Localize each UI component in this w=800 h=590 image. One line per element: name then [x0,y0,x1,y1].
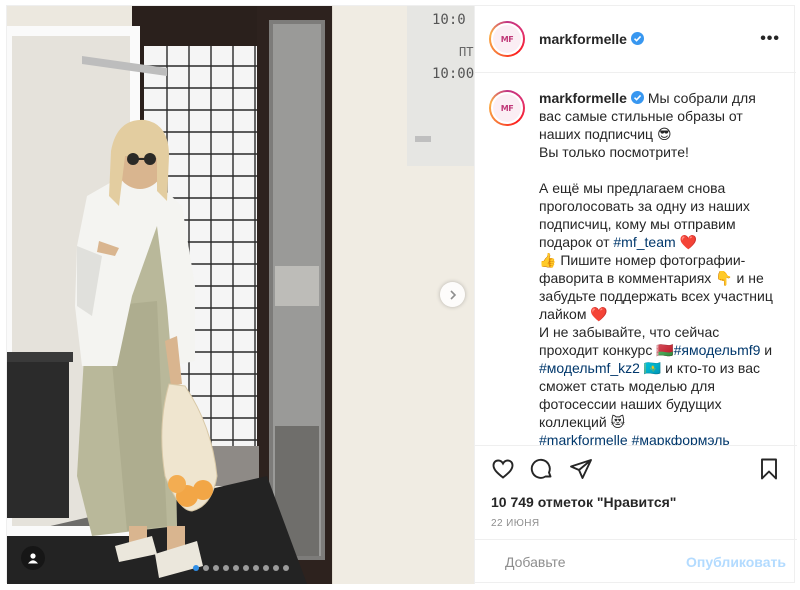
caption-avatar[interactable]: MF [489,90,525,126]
caption-username[interactable]: markformelle [539,90,644,106]
more-options-button[interactable]: ••• [760,30,780,48]
carousel-dot [212,565,219,571]
photo-sign-text: 10:0 [432,12,466,28]
post-date[interactable]: 22 июня [491,518,781,529]
carousel-dot [192,565,199,571]
instagram-post: 10:0 ПТ 10:00 MF markformelle ••• MF mar… [6,5,797,584]
caption-text-segment: и [764,342,773,358]
next-photo-button[interactable] [440,282,465,307]
hashtag-link[interactable]: #модельmf_kz2 [539,360,640,376]
header-username[interactable]: markformelle [539,31,644,47]
username-text[interactable]: markformelle [539,90,627,106]
profile-avatar[interactable]: MF [489,21,525,57]
avatar-logo: MF [500,34,514,44]
heart-icon[interactable] [491,457,515,481]
carousel-dot [282,565,289,571]
carousel-indicator [7,565,474,571]
post-side-panel: MF markformelle ••• MF markformelle Мы с… [474,6,797,584]
comment-input[interactable] [505,554,686,570]
carousel-dot [272,565,279,571]
hashtag-link[interactable]: #ямодельmf9 [674,342,761,358]
hashtag-link[interactable]: #mf_team [613,234,675,250]
photo-image: 10:0 ПТ 10:00 [7,6,474,584]
bookmark-icon[interactable] [757,457,781,481]
post-photo[interactable]: 10:0 ПТ 10:00 [7,6,474,584]
chevron-right-icon [449,289,456,300]
post-header: MF markformelle ••• [475,6,796,73]
svg-text:ПТ: ПТ [459,45,473,59]
carousel-dot [232,565,239,571]
hashtag-link[interactable]: #маркформэль [632,432,730,445]
caption-text: markformelle Мы собрали для вас самые ст… [539,89,781,445]
hashtag-link[interactable]: #markformelle [539,432,628,445]
svg-text:10:00: 10:00 [432,66,474,82]
verified-icon [630,91,644,104]
carousel-dot [262,565,269,571]
username-text[interactable]: markformelle [539,31,627,47]
comment-icon[interactable] [530,457,554,481]
caption-text-segment: ❤️ 👍 Пишите номер фотографии-фаворита в … [539,234,773,358]
avatar-logo: MF [500,103,514,113]
carousel-dot [222,565,229,571]
comments-area: MF markformelle Мы собрали для вас самые… [475,73,797,445]
carousel-dot [252,565,259,571]
caption-text-segment: Мы собрали для вас самые стильные образы… [539,90,756,250]
post-caption: MF markformelle Мы собрали для вас самые… [489,89,781,445]
add-comment-bar: Опубликовать [475,539,797,584]
user-tag-icon [28,553,38,564]
share-icon[interactable] [569,457,593,481]
likes-count[interactable]: 10 749 отметок "Нравится" [491,494,781,510]
carousel-dot [202,565,209,571]
verified-icon [630,32,644,45]
publish-button[interactable]: Опубликовать [686,554,786,570]
post-actions: 10 749 отметок "Нравится" 22 июня [475,445,797,539]
carousel-dot [242,565,249,571]
caption-body: Мы собрали для вас самые стильные образы… [539,90,777,445]
